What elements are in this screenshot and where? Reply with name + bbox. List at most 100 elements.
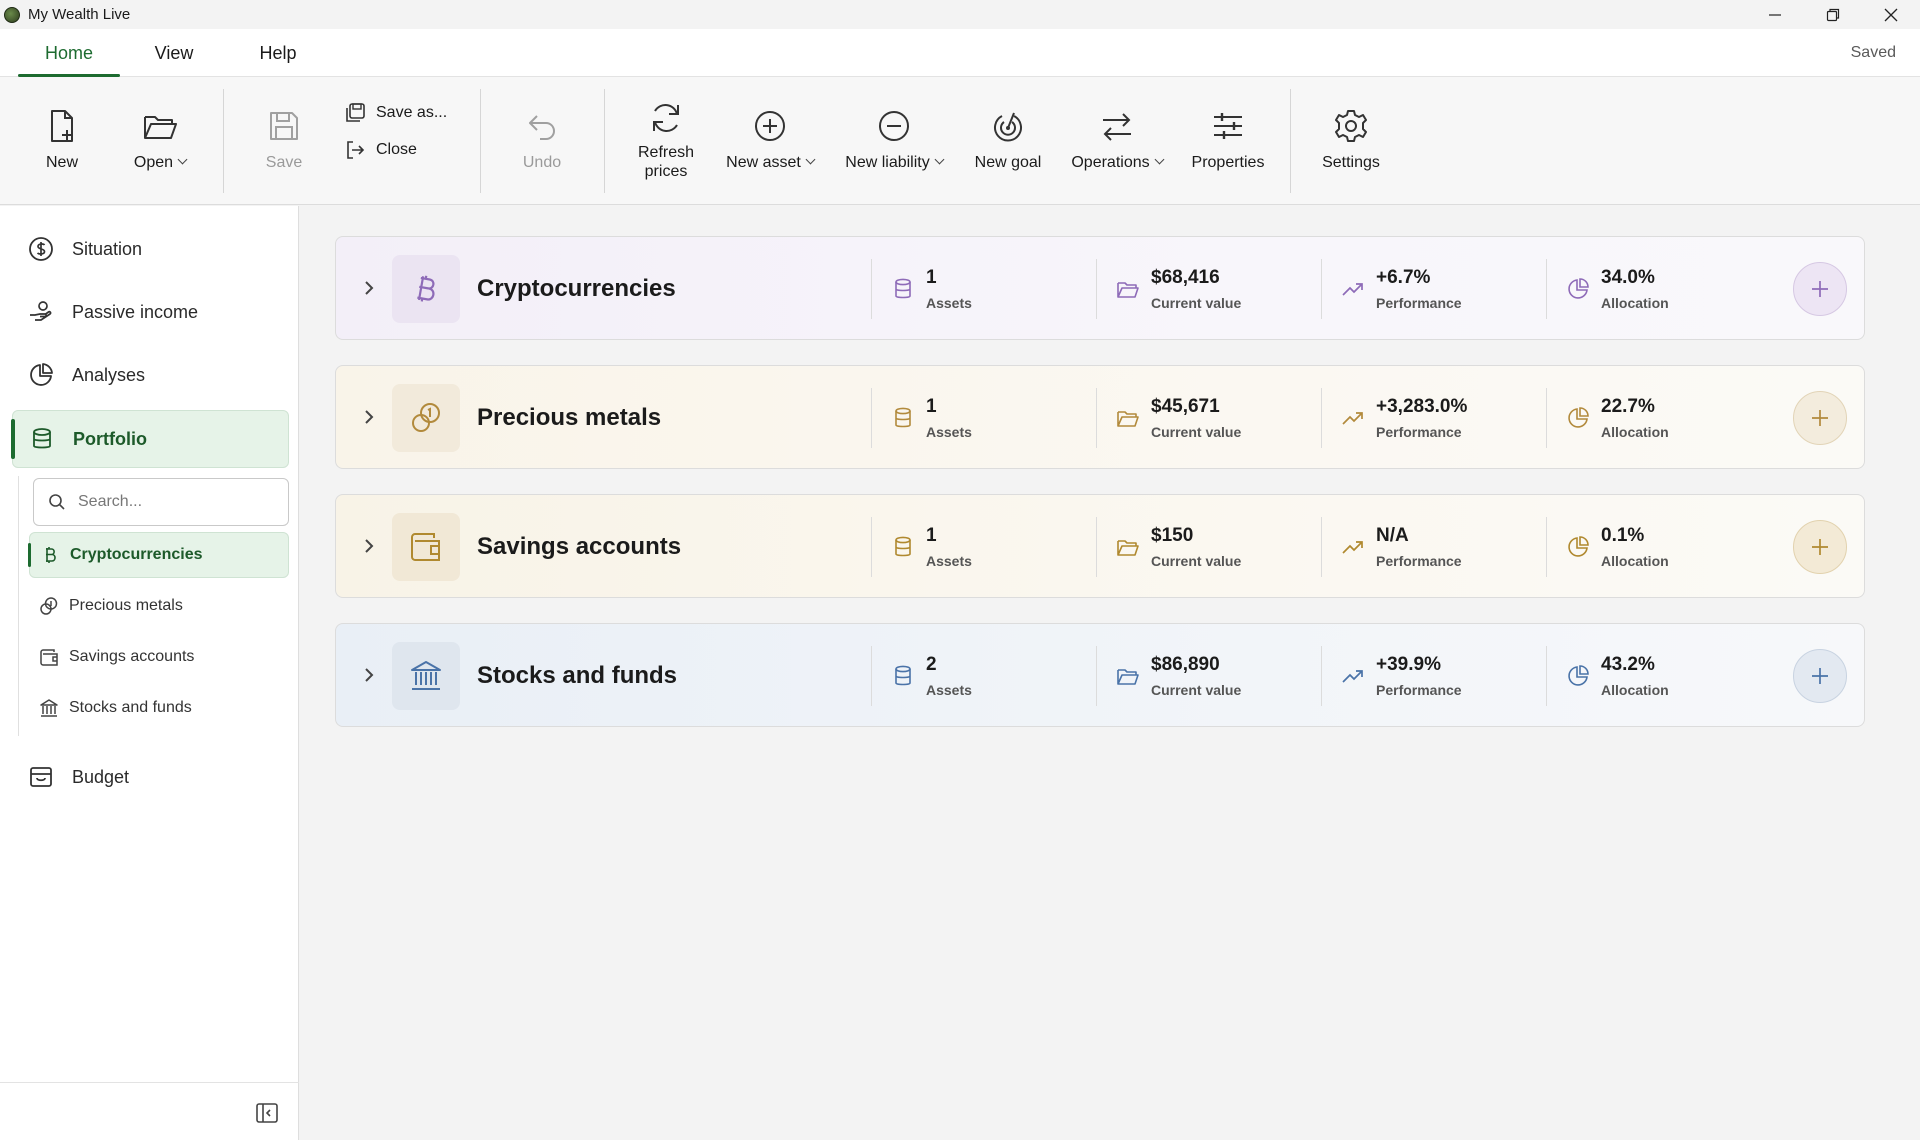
sub-item-label: Stocks and funds [69,699,192,716]
stat-performance: N/A Performance [1321,495,1546,599]
sidebar-sub-item-precious-metals[interactable]: Precious metals [29,583,289,629]
folder-open-icon [144,116,177,139]
assets-label: Assets [926,424,972,440]
operations-button[interactable]: Operations [1064,77,1170,205]
wallet-icon [411,533,440,561]
properties-button[interactable]: Properties [1186,77,1270,205]
chevron-down-icon [177,154,188,165]
trend-up-icon [1342,541,1363,554]
sidebar-sub-item-stocks-and-funds[interactable]: Stocks and funds [29,685,289,731]
search-input[interactable] [78,493,268,511]
category-card-cryptocurrencies[interactable]: Cryptocurrencies 1 Assets $68,416 Curren… [335,236,1865,340]
plus-circle-icon [755,111,785,141]
sidebar-footer [0,1082,299,1140]
performance-label: Performance [1376,553,1462,569]
category-icon-box [392,255,460,323]
tab-home[interactable]: Home [18,29,120,77]
wallet-icon [40,649,58,666]
category-name: Cryptocurrencies [477,275,676,302]
save-status: Saved [1850,44,1896,61]
app-title: My Wealth Live [28,6,131,23]
settings-button[interactable]: Settings [1318,77,1384,205]
new-liability-button[interactable]: New liability [838,77,950,205]
dollar-circle-icon [29,237,53,261]
add-asset-button[interactable] [1793,649,1847,703]
new-goal-button[interactable]: New goal [968,77,1048,205]
stat-performance: +3,283.0% Performance [1321,366,1546,470]
save-button[interactable]: Save [252,77,316,205]
minimize-icon [1769,13,1781,16]
category-name: Precious metals [477,404,662,431]
sidebar-item-portfolio[interactable]: Portfolio [11,410,289,468]
current-value: $150 [1151,525,1194,546]
category-icon-box [392,384,460,452]
transfer-arrows-icon [1103,113,1131,141]
sidebar-item-label: Budget [72,766,130,787]
chevron-right-icon[interactable] [358,277,380,299]
chevron-right-icon[interactable] [358,406,380,428]
category-card-stocks-and-funds[interactable]: Stocks and funds 2 Assets $86,890 Curren… [335,623,1865,727]
open-button[interactable]: Open [120,77,200,205]
sidebar-item-passive-income[interactable]: Passive income [12,283,289,341]
undo-label: Undo [522,154,562,171]
search-icon [49,494,65,510]
stat-assets: 1 Assets [871,237,1096,341]
sidebar-sub-item-savings-accounts[interactable]: Savings accounts [29,634,289,680]
sidebar: Situation Passive income Analyses Portfo… [0,206,299,1140]
properties-label: Properties [1191,154,1265,171]
sidebar-item-analyses[interactable]: Analyses [12,346,289,404]
coins-icon [40,597,58,615]
ribbon-divider [604,89,605,193]
goal-target-icon [994,112,1022,142]
sidebar-sub-item-cryptocurrencies[interactable]: Cryptocurrencies [28,532,289,578]
allocation-label: Allocation [1601,682,1669,698]
save-as-button[interactable]: Save as... [344,99,447,127]
new-asset-button[interactable]: New asset [724,77,816,205]
allocation-value: 22.7% [1601,396,1655,417]
add-asset-button[interactable] [1793,391,1847,445]
tab-view[interactable]: View [134,29,214,77]
database-icon [895,536,911,557]
close-file-button[interactable]: Close [344,136,417,164]
sub-item-label: Cryptocurrencies [70,546,203,563]
title-bar: My Wealth Live [0,0,1920,29]
assets-label: Assets [926,553,972,569]
pie-chart-icon [1568,665,1589,686]
minimize-button[interactable] [1746,0,1804,29]
refresh-prices-button[interactable]: Refresh prices [628,77,704,205]
sidebar-item-situation[interactable]: Situation [12,220,289,278]
save-as-icon [346,103,365,122]
restore-button[interactable] [1804,0,1862,29]
portfolio-search[interactable] [33,478,289,526]
performance-label: Performance [1376,682,1462,698]
sidebar-item-label: Situation [72,238,143,259]
minus-circle-icon [879,111,909,141]
collapse-sidebar-icon[interactable] [255,1101,279,1125]
trend-up-icon [1342,283,1363,296]
chevron-right-icon[interactable] [358,664,380,686]
stat-current-value: $150 Current value [1096,495,1321,599]
new-liability-label: New liability [845,154,930,171]
pie-chart-icon [30,363,53,386]
category-card-precious-metals[interactable]: Precious metals 1 Assets $45,671 Current… [335,365,1865,469]
submenu-guide-line [18,476,19,736]
folder-open-icon [1117,411,1139,427]
sidebar-item-budget[interactable]: Budget [12,748,289,806]
add-asset-button[interactable] [1793,262,1847,316]
bank-icon [411,661,441,690]
hand-coins-icon [30,301,52,321]
allocation-value: 43.2% [1601,654,1655,675]
new-button[interactable]: New [30,77,94,205]
chevron-down-icon [1154,154,1165,165]
performance-value: N/A [1376,525,1409,546]
pie-chart-icon [1568,278,1589,299]
undo-button[interactable]: Undo [510,77,574,205]
assets-count: 1 [926,525,937,546]
tab-help[interactable]: Help [238,29,318,77]
current-value-label: Current value [1151,682,1242,698]
chevron-right-icon[interactable] [358,535,380,557]
allocation-value: 34.0% [1601,267,1655,288]
close-window-button[interactable] [1862,0,1920,29]
category-card-savings-accounts[interactable]: Savings accounts 1 Assets $150 Current v… [335,494,1865,598]
add-asset-button[interactable] [1793,520,1847,574]
